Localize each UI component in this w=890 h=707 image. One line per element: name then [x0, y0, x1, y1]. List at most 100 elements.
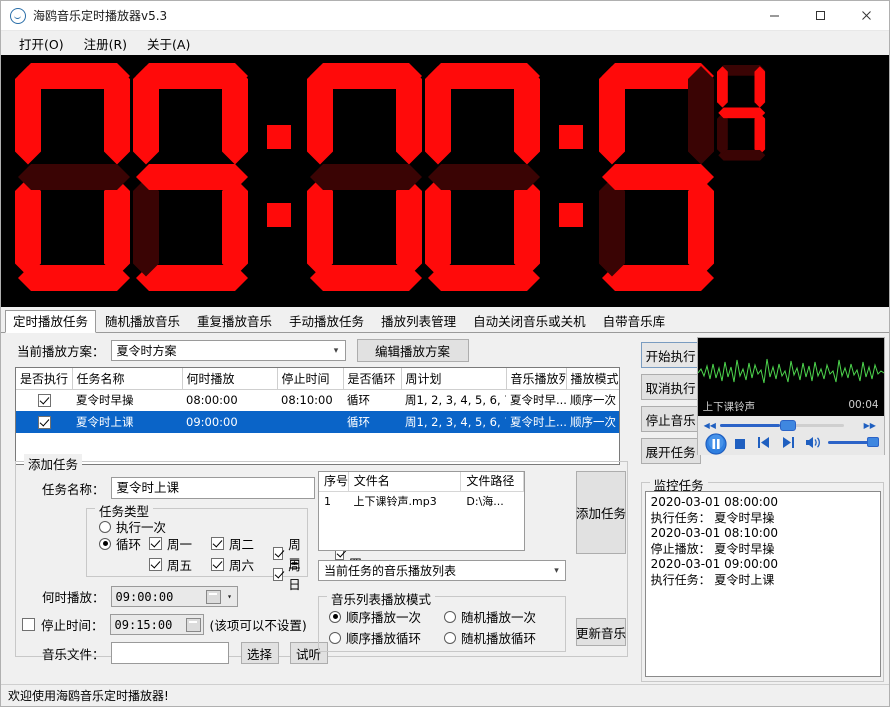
player-meta: 上下课铃声 00:04 [698, 399, 884, 414]
row-stop-time [277, 411, 343, 433]
playlist-combo[interactable]: 当前任务的音乐播放列表 ▾ [318, 560, 566, 581]
log-timestamp: 2020-03-01 08:00:00 [651, 495, 875, 509]
th-stop-time[interactable]: 停止时间 [277, 368, 343, 389]
volume-slider-handle[interactable] [867, 437, 879, 447]
led-segment-e [599, 178, 625, 277]
weekday-fri[interactable]: 周五 [149, 555, 192, 574]
tab-random-play[interactable]: 随机播放音乐 [97, 310, 188, 332]
tab-manual-play[interactable]: 手动播放任务 [281, 310, 372, 332]
tab-repeat-play[interactable]: 重复播放音乐 [189, 310, 280, 332]
colon-dot [267, 203, 291, 227]
led-segment-g [718, 107, 765, 118]
previous-track-icon[interactable] [758, 437, 770, 451]
mode-sequential-once[interactable]: 顺序播放一次 [329, 607, 421, 626]
spinner-icon[interactable] [186, 618, 201, 632]
play-time-row: 何时播放： 09:00:00 ▾ [42, 586, 238, 607]
task-table-container[interactable]: 是否执行 任务名称 何时播放 停止时间 是否循环 周计划 音乐播放列 播放模式 [15, 367, 620, 465]
mode-random-once[interactable]: 随机播放一次 [444, 607, 536, 626]
radio-loop[interactable]: 循环 [99, 534, 141, 553]
menu-register[interactable]: 注册(R) [74, 31, 137, 56]
expand-task-button[interactable]: 展开任务 [641, 438, 701, 464]
th-file-no: 序号 [319, 472, 349, 492]
checkbox-icon [211, 537, 224, 550]
colon-dot [559, 203, 583, 227]
add-task-button[interactable]: 添加任务 [576, 471, 626, 554]
led-digit [15, 63, 133, 291]
row-enabled-checkbox[interactable] [16, 389, 72, 411]
checkbox-icon [149, 558, 162, 571]
log-timestamp: 2020-03-01 08:10:00 [651, 526, 875, 540]
led-segment-c [688, 178, 714, 277]
stop-time-label: 停止时间： [41, 615, 104, 634]
th-enabled[interactable]: 是否执行 [16, 368, 72, 389]
edit-scheme-button[interactable]: 编辑播放方案 [357, 339, 469, 362]
stop-music-button[interactable]: 停止音乐 [641, 406, 701, 432]
tab-auto-shutdown[interactable]: 自动关闭音乐或关机 [465, 310, 594, 332]
play-time-input[interactable]: 09:00:00 ▾ [111, 586, 238, 607]
table-header-row: 是否执行 任务名称 何时播放 停止时间 是否循环 周计划 音乐播放列 播放模式 [16, 368, 620, 389]
table-row[interactable]: 夏令时上课 09:00:00 循环 周1, 2, 3, 4, 5, 6, 7 夏… [16, 411, 620, 433]
led-segment-b [396, 66, 422, 165]
row-enabled-checkbox[interactable] [16, 411, 72, 433]
stop-icon[interactable] [735, 438, 745, 452]
scheme-combo[interactable]: 夏令时方案 ▾ [111, 340, 346, 361]
task-name-input[interactable]: 夏令时上课 [111, 477, 315, 499]
window-controls [751, 1, 889, 31]
th-week-plan[interactable]: 周计划 [401, 368, 506, 389]
th-name[interactable]: 任务名称 [72, 368, 182, 389]
rewind-icon[interactable]: ◀◀ [704, 421, 716, 430]
th-file-path: 文件路径 [461, 472, 524, 492]
row-play-time: 08:00:00 [182, 389, 277, 411]
list-item[interactable]: 1 上下课铃声.mp3 D:\海... [319, 492, 524, 510]
table-row[interactable]: 夏令时早操 08:00:00 08:10:00 循环 周1, 2, 3, 4, … [16, 389, 620, 411]
menu-about[interactable]: 关于(A) [137, 31, 200, 56]
th-mode[interactable]: 播放模式 [566, 368, 620, 389]
led-segment-c [514, 178, 540, 277]
track-title: 上下课铃声 [703, 399, 756, 414]
music-file-label: 音乐文件： [42, 644, 105, 663]
tab-playlist-manage[interactable]: 播放列表管理 [373, 310, 464, 332]
th-loop[interactable]: 是否循环 [343, 368, 401, 389]
th-play-time[interactable]: 何时播放 [182, 368, 277, 389]
led-segment-f [717, 66, 728, 107]
fast-forward-icon[interactable]: ▶▶ [864, 421, 876, 430]
spinner-icon[interactable] [206, 590, 221, 604]
monitor-log[interactable]: 2020-03-01 08:00:00 执行任务： 夏令时早操 2020-03-… [645, 491, 881, 677]
radio-icon [444, 611, 456, 623]
weekday-sat[interactable]: 周六 [211, 555, 254, 574]
weekday-sun[interactable]: 周日 [273, 555, 307, 593]
play-time-label: 何时播放： [42, 587, 105, 606]
weekday-tue[interactable]: 周二 [211, 534, 254, 553]
stop-time-input[interactable]: 09:15:00 [110, 614, 204, 635]
menu-open[interactable]: 打开(O) [9, 31, 74, 56]
volume-icon[interactable] [806, 436, 822, 452]
mode-sequential-loop[interactable]: 顺序播放循环 [329, 628, 421, 647]
task-type-group: 任务类型 执行一次 循环 周一 周二 [86, 508, 308, 577]
update-music-button[interactable]: 更新音乐 [576, 618, 626, 646]
th-playlist[interactable]: 音乐播放列 [506, 368, 566, 389]
tab-scheduled-play[interactable]: 定时播放任务 [5, 310, 96, 333]
weekday-mon[interactable]: 周一 [149, 534, 192, 553]
minimize-icon[interactable] [751, 1, 797, 31]
maximize-icon[interactable] [797, 1, 843, 31]
choose-file-button[interactable]: 选择 [241, 642, 279, 664]
stop-time-checkbox[interactable] [22, 618, 35, 631]
row-play-time: 09:00:00 [182, 411, 277, 433]
music-file-list[interactable]: 序号 文件名 文件路径 1 上下课铃声.mp3 D:\海... [318, 471, 525, 551]
mode-random-loop[interactable]: 随机播放循环 [444, 628, 536, 647]
checkbox-icon [273, 568, 283, 581]
checkbox-icon [38, 394, 51, 407]
chevron-down-icon[interactable]: ▾ [223, 592, 237, 601]
seek-handle[interactable] [780, 420, 796, 431]
music-file-input[interactable] [111, 642, 229, 664]
media-player: 上下课铃声 00:04 ◀◀ ▶▶ [697, 337, 885, 455]
close-icon[interactable] [843, 1, 889, 31]
cancel-exec-button[interactable]: 取消执行 [641, 374, 701, 400]
pause-icon[interactable] [705, 433, 727, 458]
tab-music-library[interactable]: 自带音乐库 [595, 310, 674, 332]
file-no: 1 [319, 495, 349, 508]
start-exec-button[interactable]: 开始执行 [641, 342, 701, 368]
led-segment-g [428, 164, 540, 190]
next-track-icon[interactable] [782, 437, 794, 451]
status-bar: 欢迎使用海鸥音乐定时播放器! [1, 684, 889, 706]
